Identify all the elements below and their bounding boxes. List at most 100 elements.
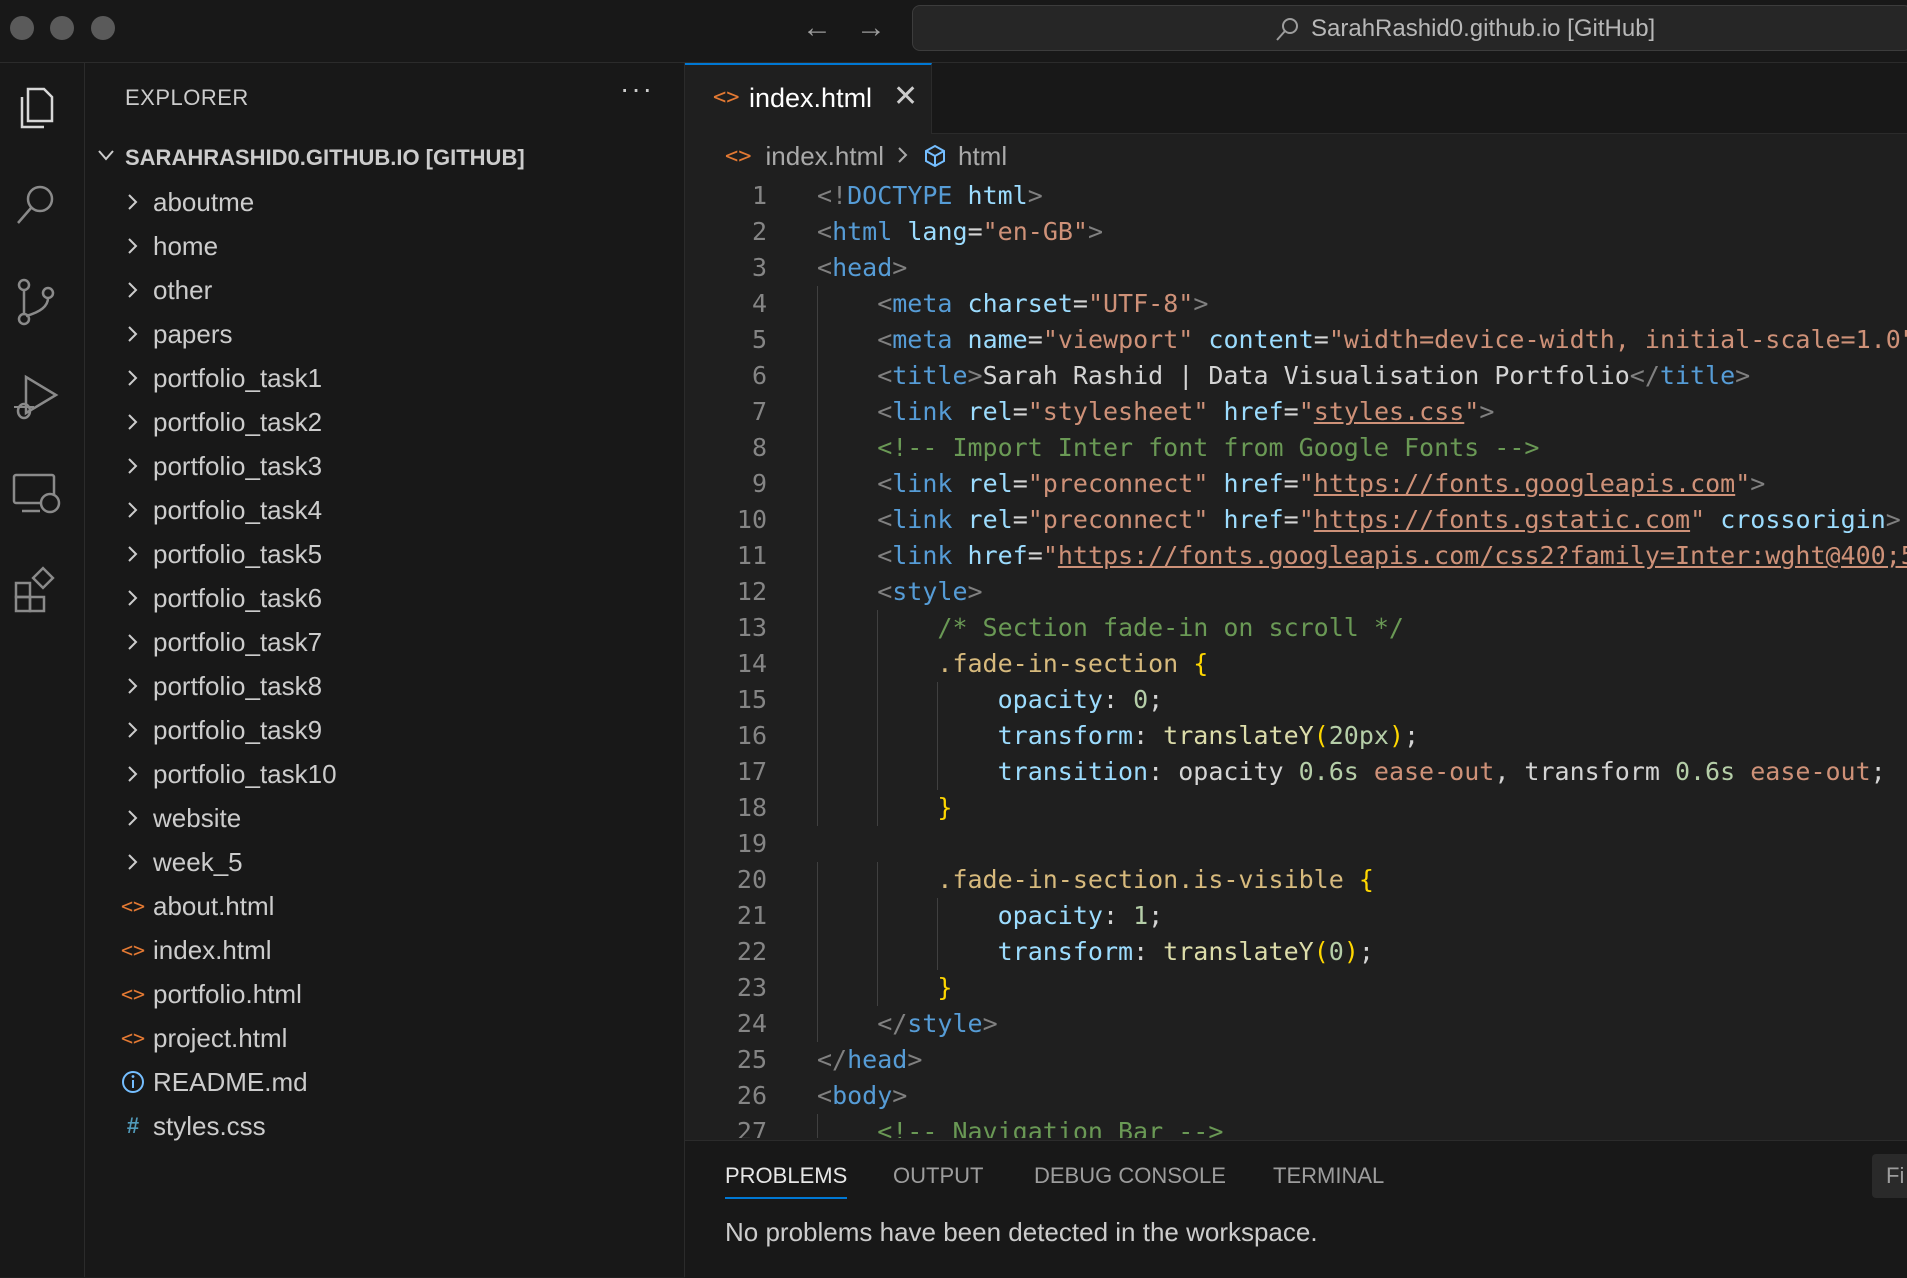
- source-control-icon[interactable]: [10, 275, 64, 329]
- chevron-down-icon: [95, 144, 125, 172]
- title-bar: ← → SarahRashid0.github.io [GitHub]: [0, 0, 1907, 63]
- chevron-right-icon: [119, 499, 147, 521]
- code-token: "stylesheet": [1027, 397, 1209, 426]
- code-token: .fade-in-section: [937, 649, 1179, 678]
- maximize-window-button[interactable]: [91, 16, 115, 40]
- workspace-root-folder[interactable]: SARAHRASHID0.GITHUB.IO [GITHUB]: [95, 140, 525, 176]
- code-token: ;: [1148, 901, 1164, 930]
- tab-debug-console[interactable]: DEBUG CONSOLE: [1034, 1163, 1226, 1189]
- tree-file[interactable]: # styles.css: [85, 1104, 684, 1148]
- code-line: 23}: [685, 970, 1907, 1006]
- extensions-icon[interactable]: [10, 563, 64, 617]
- remote-explorer-icon[interactable]: [10, 467, 64, 521]
- code-token: >: [1885, 505, 1901, 534]
- indent-guide: [937, 682, 939, 718]
- more-actions-icon[interactable]: ···: [620, 73, 654, 105]
- code-token: href: [1223, 505, 1284, 534]
- indent-guide: [817, 394, 818, 430]
- code-text: <link rel="stylesheet" href="styles.css"…: [877, 394, 1494, 430]
- tree-folder[interactable]: website: [85, 796, 684, 840]
- line-number: 13: [736, 613, 767, 642]
- tree-file[interactable]: <> project.html: [85, 1016, 684, 1060]
- minimize-window-button[interactable]: [50, 16, 74, 40]
- tree-folder[interactable]: other: [85, 268, 684, 312]
- code-token: =: [1072, 289, 1088, 318]
- code-token: head: [847, 1045, 908, 1074]
- back-arrow-icon[interactable]: ←: [802, 10, 832, 46]
- code-token: lang: [907, 217, 968, 246]
- tree-file[interactable]: README.md: [85, 1060, 684, 1104]
- run-debug-icon[interactable]: [10, 371, 64, 425]
- code-token: =: [1283, 397, 1299, 426]
- tree-folder[interactable]: papers: [85, 312, 684, 356]
- code-token: <: [877, 469, 893, 498]
- symbol-element-icon: [922, 143, 948, 169]
- code-token: <: [817, 253, 833, 282]
- close-window-button[interactable]: [10, 16, 34, 40]
- close-icon[interactable]: ✕: [893, 79, 918, 114]
- tab-index-html[interactable]: <> index.html ✕: [685, 63, 932, 134]
- tree-folder[interactable]: portfolio_task9: [85, 708, 684, 752]
- tree-file[interactable]: <> index.html: [85, 928, 684, 972]
- code-token: translateY: [1163, 937, 1314, 966]
- code-token: link: [892, 397, 953, 426]
- tree-file[interactable]: <> portfolio.html: [85, 972, 684, 1016]
- code-token: link: [892, 541, 953, 570]
- code-token: crossorigin: [1720, 505, 1886, 534]
- indent-guide: [817, 322, 818, 358]
- code-token: >: [1479, 397, 1495, 426]
- tree-file[interactable]: <> about.html: [85, 884, 684, 928]
- code-token: name: [967, 325, 1028, 354]
- tree-folder[interactable]: portfolio_task10: [85, 752, 684, 796]
- explorer-icon[interactable]: [10, 81, 64, 135]
- tree-folder[interactable]: portfolio_task8: [85, 664, 684, 708]
- code-token: }: [937, 973, 953, 1002]
- code-token: (: [1313, 721, 1329, 750]
- tree-folder[interactable]: portfolio_task4: [85, 488, 684, 532]
- tree-folder[interactable]: aboutme: [85, 180, 684, 224]
- code-text: /* Section fade-in on scroll */: [937, 610, 1404, 646]
- code-token: <: [877, 397, 893, 426]
- tree-folder[interactable]: portfolio_task1: [85, 356, 684, 400]
- code-token: ): [1388, 721, 1405, 750]
- code-text: <title>Sarah Rashid | Data Visualisation…: [877, 358, 1750, 394]
- breadcrumb-file[interactable]: index.html: [766, 141, 885, 172]
- code-token: "UTF-8": [1087, 289, 1194, 318]
- code-editor[interactable]: 1 <!DOCTYPE html> 2 <html lang="en-GB"> 3 <he…: [685, 178, 1907, 1138]
- breadcrumb-symbol[interactable]: html: [958, 141, 1007, 172]
- indent-guide: [817, 646, 818, 682]
- problems-filter-input[interactable]: Fi: [1872, 1154, 1907, 1198]
- forward-arrow-icon[interactable]: →: [856, 10, 886, 46]
- tab-terminal[interactable]: TERMINAL: [1273, 1163, 1384, 1189]
- html-file-icon: <>: [120, 982, 146, 1006]
- command-center[interactable]: SarahRashid0.github.io [GitHub]: [912, 5, 1907, 51]
- tree-folder[interactable]: portfolio_task3: [85, 444, 684, 488]
- code-token: href: [967, 541, 1028, 570]
- tree-item-label: portfolio_task1: [153, 362, 323, 393]
- code-token: "en-GB": [982, 217, 1088, 246]
- code-line: 1 <!DOCTYPE html>: [685, 178, 1907, 214]
- tree-folder[interactable]: home: [85, 224, 684, 268]
- problems-message: No problems have been detected in the wo…: [725, 1217, 1318, 1247]
- indent-guide: [817, 934, 818, 970]
- tab-problems[interactable]: PROBLEMS: [725, 1163, 848, 1199]
- indent-guide: [817, 754, 818, 790]
- tree-folder[interactable]: portfolio_task2: [85, 400, 684, 444]
- line-number: 4: [751, 289, 767, 318]
- html-file-icon: <>: [120, 1026, 146, 1050]
- tree-folder[interactable]: portfolio_task5: [85, 532, 684, 576]
- indent-guide: [817, 1006, 818, 1042]
- code-token: ": [1464, 397, 1480, 426]
- tree-folder[interactable]: week_5: [85, 840, 684, 884]
- tree-folder[interactable]: portfolio_task7: [85, 620, 684, 664]
- tab-output[interactable]: OUTPUT: [893, 1163, 983, 1189]
- code-token: translateY: [1163, 721, 1314, 750]
- tree-folder[interactable]: portfolio_task6: [85, 576, 684, 620]
- code-line: 3 <head>: [685, 250, 1907, 286]
- code-line: 2 <html lang="en-GB">: [685, 214, 1907, 250]
- code-line: 21 opacity: 1;: [685, 898, 1907, 934]
- line-number: 14: [736, 649, 767, 678]
- search-icon[interactable]: [10, 179, 64, 233]
